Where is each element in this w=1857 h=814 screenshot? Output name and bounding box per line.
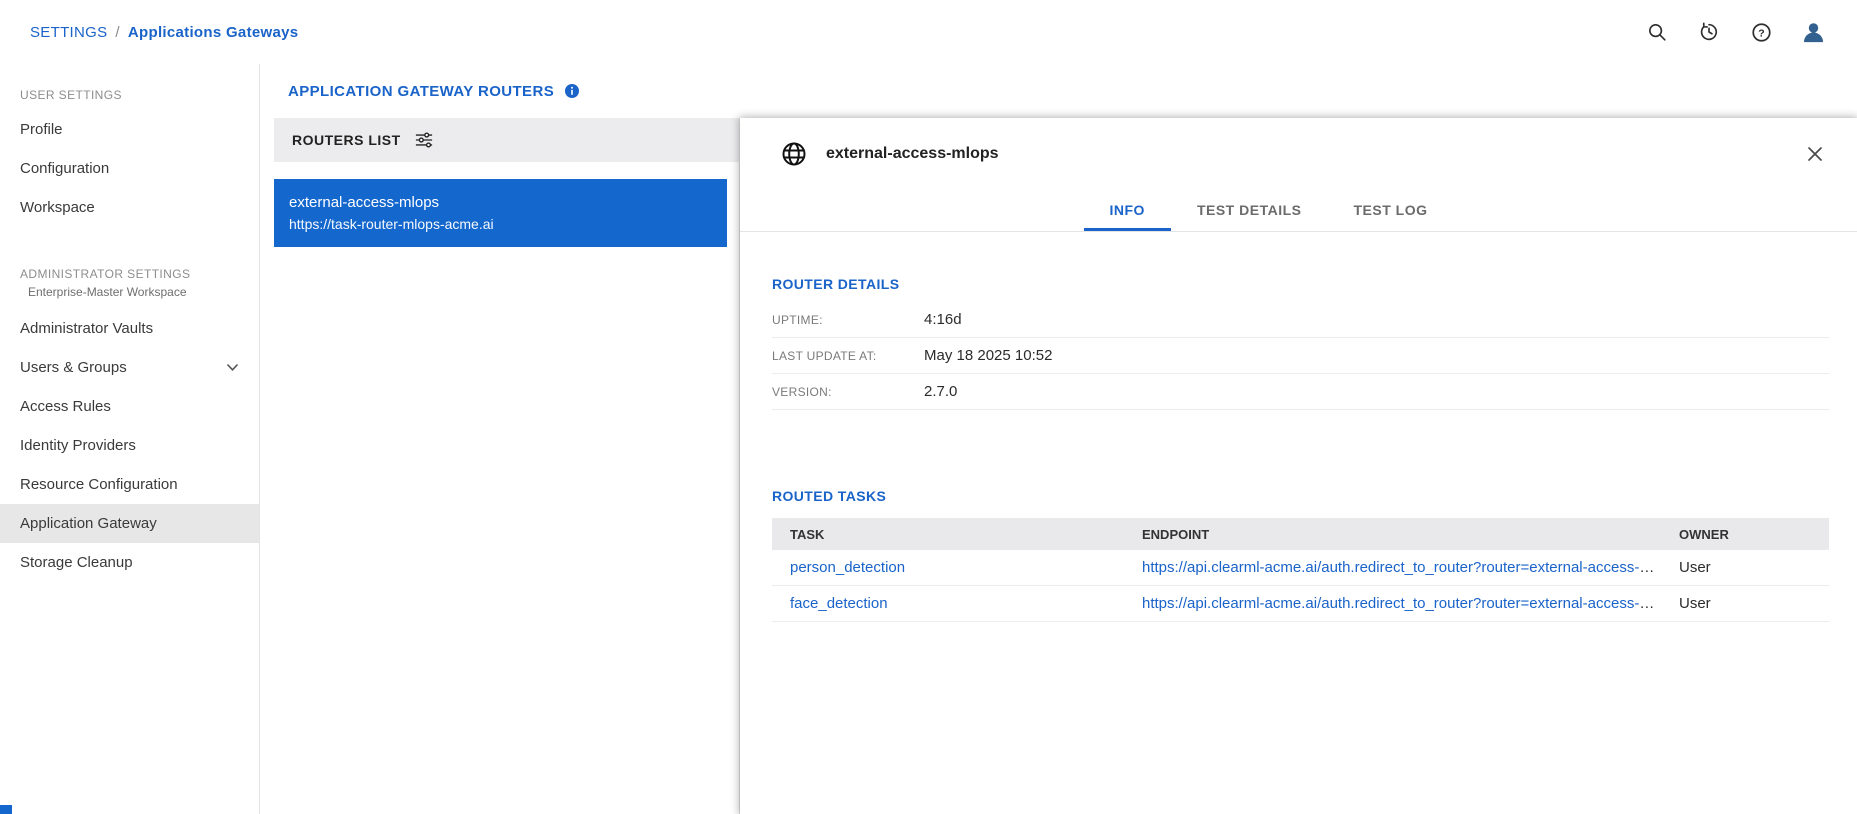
breadcrumb: SETTINGS / Applications Gateways: [30, 24, 298, 41]
column-header-endpoint: ENDPOINT: [1142, 527, 1679, 542]
svg-text:?: ?: [1758, 27, 1764, 39]
sidebar-item-label: Application Gateway: [20, 515, 157, 532]
page-title: APPLICATION GATEWAY ROUTERS: [288, 83, 554, 100]
router-name: external-access-mlops: [289, 192, 712, 214]
task-link[interactable]: face_detection: [790, 595, 888, 612]
app-root: SETTINGS / Applications Gateways: [0, 0, 1857, 814]
search-icon[interactable]: [1643, 18, 1671, 46]
detail-value: 4:16d: [924, 311, 962, 328]
routed-tasks-table: TASK ENDPOINT OWNER person_detection htt…: [772, 518, 1829, 622]
detail-label: LAST UPDATE AT:: [772, 349, 924, 363]
history-icon[interactable]: [1695, 18, 1723, 46]
detail-value: May 18 2025 10:52: [924, 347, 1052, 364]
sidebar-item-application-gateway[interactable]: Application Gateway: [0, 504, 259, 543]
sidebar-item-label: Access Rules: [20, 398, 111, 415]
breadcrumb-settings-link[interactable]: SETTINGS: [30, 24, 107, 41]
filter-icon[interactable]: [415, 132, 433, 148]
detail-value: 2.7.0: [924, 383, 957, 400]
task-link[interactable]: person_detection: [790, 559, 905, 576]
detail-row-version: VERSION: 2.7.0: [772, 374, 1829, 410]
sidebar-item-label: Resource Configuration: [20, 476, 178, 493]
sidebar-item-label: Users & Groups: [20, 359, 127, 376]
column-header-task: TASK: [772, 527, 1142, 542]
column-header-owner: OWNER: [1679, 527, 1829, 542]
sidebar-item-resource-configuration[interactable]: Resource Configuration: [0, 465, 259, 504]
sidebar-item-label: Identity Providers: [20, 437, 136, 454]
detail-title: external-access-mlops: [826, 145, 999, 163]
detail-row-uptime: UPTIME: 4:16d: [772, 302, 1829, 338]
detail-header: external-access-mlops: [740, 118, 1857, 190]
panels-row: ROUTERS LIST external-access-mlops https…: [260, 118, 1857, 814]
detail-tabs: INFO TEST DETAILS TEST LOG: [740, 190, 1857, 232]
body-row: USER SETTINGS Profile Configuration Work…: [0, 64, 1857, 814]
routers-list-title: ROUTERS LIST: [292, 132, 401, 148]
endpoint-link[interactable]: https://api.clearml-acme.ai/auth.redirec…: [1142, 559, 1679, 576]
close-icon[interactable]: [1801, 140, 1829, 168]
sidebar-item-label: Storage Cleanup: [20, 554, 133, 571]
sidebar-item-workspace[interactable]: Workspace: [0, 188, 259, 227]
sidebar-item-administrator-vaults[interactable]: Administrator Vaults: [0, 309, 259, 348]
routers-list-panel: ROUTERS LIST external-access-mlops https…: [274, 118, 740, 814]
settings-sidebar: USER SETTINGS Profile Configuration Work…: [0, 64, 260, 814]
router-details-section-title: ROUTER DETAILS: [772, 276, 1829, 292]
table-row: person_detection https://api.clearml-acm…: [772, 550, 1829, 586]
topbar: SETTINGS / Applications Gateways: [0, 0, 1857, 64]
sidebar-item-profile[interactable]: Profile: [0, 110, 259, 149]
info-icon[interactable]: [564, 83, 580, 99]
sidebar-item-label: Workspace: [20, 199, 95, 216]
sidebar-item-label: Administrator Vaults: [20, 320, 153, 337]
breadcrumb-current-page: Applications Gateways: [128, 24, 299, 41]
owner-cell: User: [1679, 559, 1829, 576]
table-row: face_detection https://api.clearml-acme.…: [772, 586, 1829, 622]
chevron-down-icon: [226, 363, 239, 372]
avatar[interactable]: [1799, 18, 1827, 46]
tab-info[interactable]: INFO: [1084, 190, 1171, 231]
breadcrumb-separator: /: [115, 24, 119, 41]
admin-settings-section-label: ADMINISTRATOR SETTINGS: [0, 257, 259, 283]
detail-row-last-update: LAST UPDATE AT: May 18 2025 10:52: [772, 338, 1829, 374]
corner-accent: [0, 805, 12, 814]
user-settings-section-label: USER SETTINGS: [0, 78, 259, 110]
tab-test-details[interactable]: TEST DETAILS: [1171, 190, 1328, 231]
sidebar-item-storage-cleanup[interactable]: Storage Cleanup: [0, 543, 259, 582]
detail-label: UPTIME:: [772, 313, 924, 327]
sidebar-item-label: Configuration: [20, 160, 109, 177]
router-url: https://task-router-mlops-acme.ai: [289, 214, 712, 234]
sidebar-item-users-groups[interactable]: Users & Groups: [0, 348, 259, 387]
detail-body: ROUTER DETAILS UPTIME: 4:16d LAST UPDATE…: [740, 232, 1857, 814]
topbar-icons: ?: [1643, 18, 1827, 46]
help-icon[interactable]: ?: [1747, 18, 1775, 46]
table-header-row: TASK ENDPOINT OWNER: [772, 518, 1829, 550]
page-title-bar: APPLICATION GATEWAY ROUTERS: [260, 64, 1857, 118]
router-detail-panel: external-access-mlops INFO TEST DETAILS …: [740, 118, 1857, 814]
sidebar-item-identity-providers[interactable]: Identity Providers: [0, 426, 259, 465]
routers-list-header: ROUTERS LIST: [274, 118, 739, 162]
globe-icon: [780, 140, 808, 168]
admin-workspace-label: Enterprise-Master Workspace: [0, 283, 259, 309]
tab-test-log[interactable]: TEST LOG: [1327, 190, 1453, 231]
router-list-item[interactable]: external-access-mlops https://task-route…: [274, 179, 727, 247]
main-content: APPLICATION GATEWAY ROUTERS ROUTERS LIST: [260, 64, 1857, 814]
endpoint-link[interactable]: https://api.clearml-acme.ai/auth.redirec…: [1142, 595, 1679, 612]
sidebar-item-access-rules[interactable]: Access Rules: [0, 387, 259, 426]
sidebar-item-label: Profile: [20, 121, 63, 138]
detail-label: VERSION:: [772, 385, 924, 399]
owner-cell: User: [1679, 595, 1829, 612]
sidebar-item-configuration[interactable]: Configuration: [0, 149, 259, 188]
routed-tasks-section-title: ROUTED TASKS: [772, 488, 1829, 504]
